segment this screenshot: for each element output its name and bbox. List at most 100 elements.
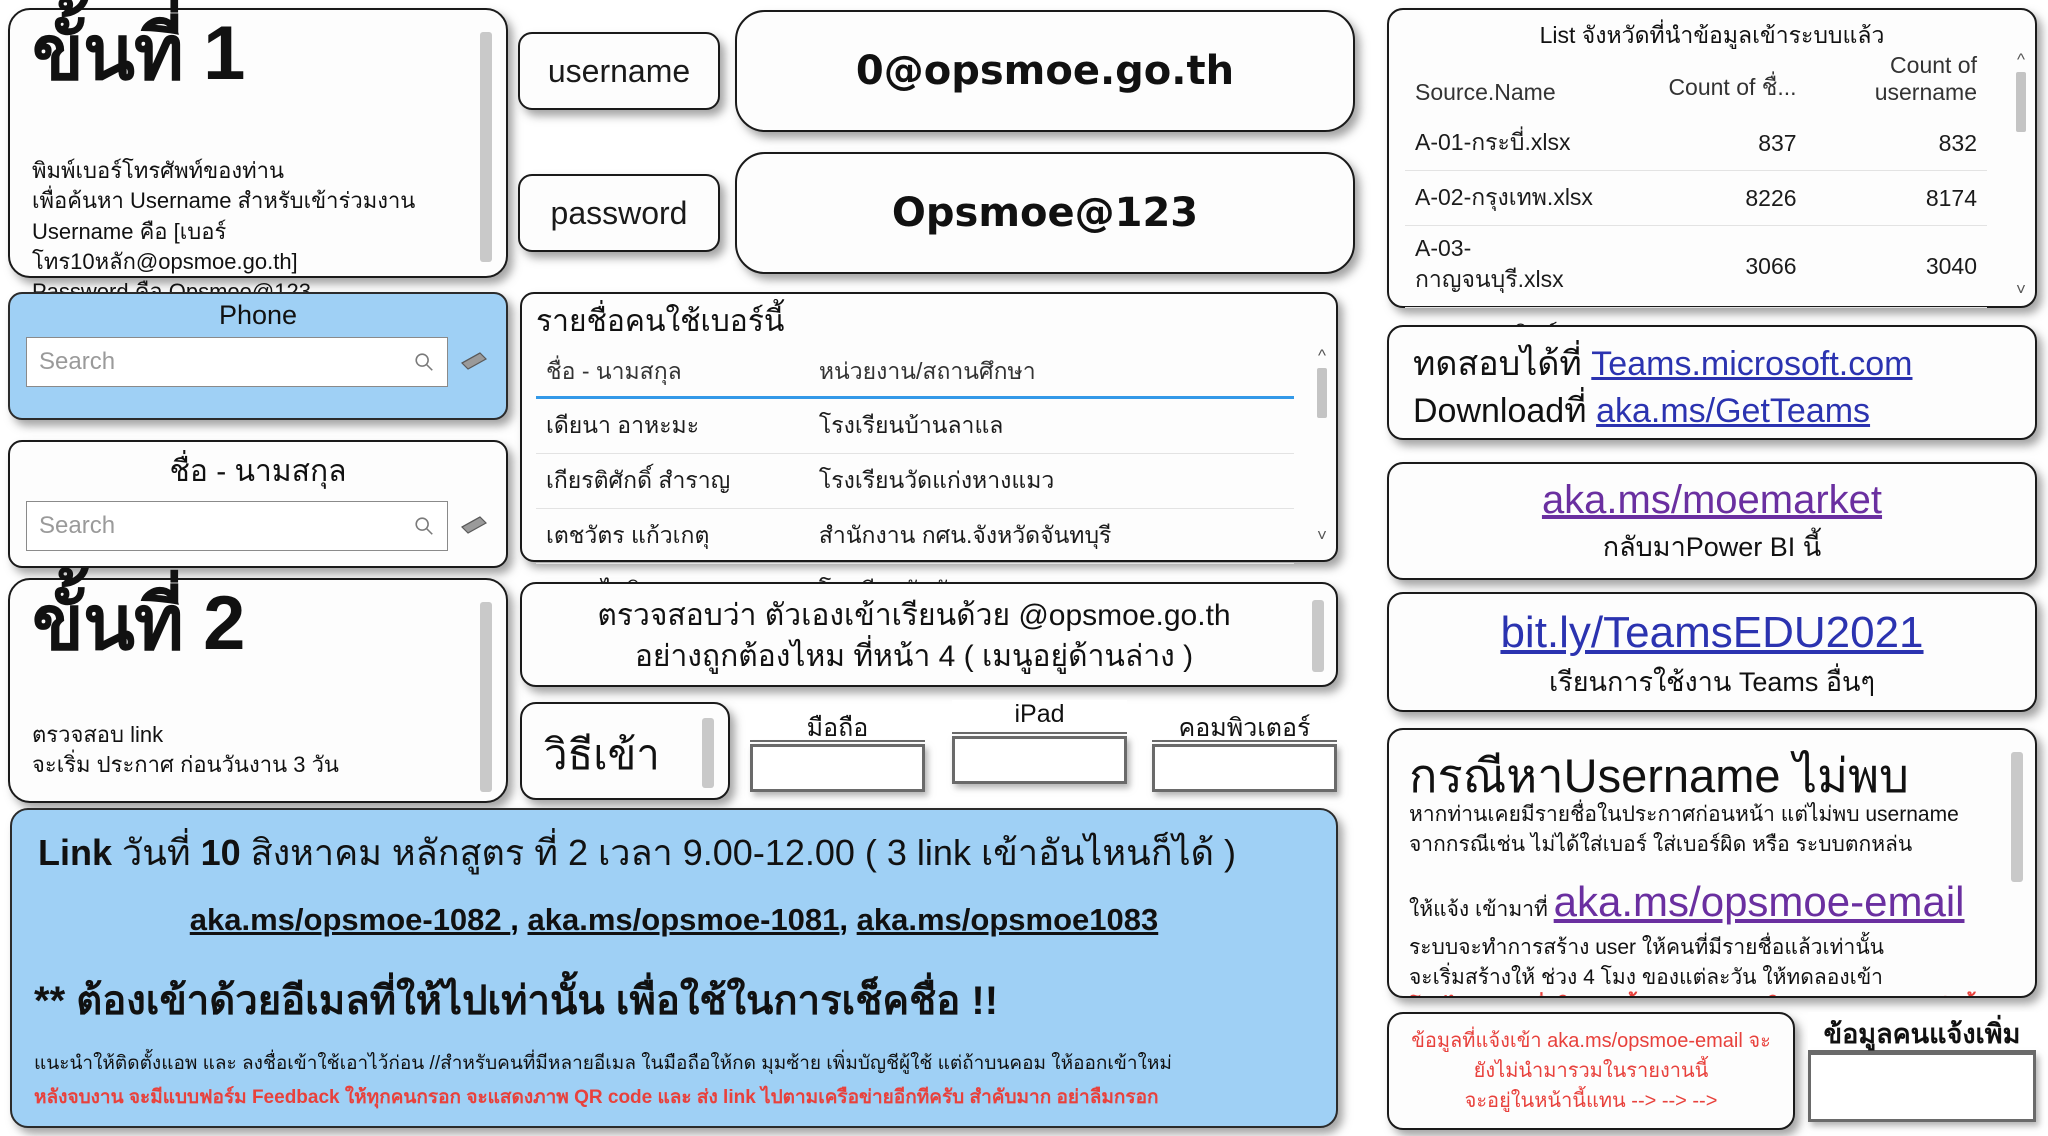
verify-scroll-indicator[interactable] — [1312, 600, 1324, 672]
province-table: Source.Name Count of ชื่... Count of use… — [1405, 46, 1987, 362]
notfound-line4: ระบบจะทำการสร้าง user ให้คนที่มีรายชื่อแ… — [1409, 935, 1885, 959]
chevron-up-icon[interactable]: ^ — [2017, 50, 2025, 70]
device-label-ipad: iPad — [952, 700, 1127, 734]
province-count-username: 3040 — [1806, 225, 1987, 308]
step1-body: พิมพ์เบอร์โทรศัพท์ของท่าน เพื่อค้นหา Use… — [32, 158, 416, 304]
province-table-card: List จังหวัดที่นำข้อมูลเข้าระบบแล้ว Sour… — [1387, 8, 2037, 412]
province-table-scrollbar[interactable]: ^ ˅ — [2013, 50, 2029, 300]
link-panel: Link วันที่ 10 สิงหาคม หลักสูตร ที่ 2 เว… — [10, 808, 1338, 1128]
province-count-username: 832 — [1806, 116, 1987, 171]
table-row[interactable]: A-03-กาญจนบุรี.xlsx 3066 3040 — [1405, 225, 1987, 308]
people-table-scrollbar[interactable]: ^ ˅ — [1314, 346, 1330, 546]
report-note-card: ข้อมูลที่แจ้งเข้า aka.ms/opsmoe-email จะ… — [1387, 1012, 1795, 1130]
chevron-down-icon[interactable]: ˅ — [2016, 280, 2026, 300]
get-teams-link[interactable]: aka.ms/GetTeams — [1596, 392, 1870, 430]
device-input-ipad[interactable] — [952, 736, 1127, 784]
link-panel-note-black: แนะนำให้ติดตั้งแอพ และ ลงชื่อเข้าใช้เอาไ… — [34, 1053, 1172, 1074]
person-name: เกียรติศักดิ์ สำราญ — [536, 453, 809, 509]
notfound-card: กรณีหาUsername ไม่พบ หากท่านเคยมีรายชื่อ… — [1387, 728, 2037, 998]
verify-line1: ตรวจสอบว่า ตัวเองเข้าเรียนด้วย @opsmoe.g… — [597, 599, 1231, 632]
report-note-line1: ข้อมูลที่แจ้งเข้า aka.ms/opsmoe-email จะ — [1411, 1030, 1771, 1052]
device-input-mobile[interactable] — [750, 744, 925, 792]
step1-scroll-indicator[interactable] — [480, 32, 492, 262]
notfound-scroll-indicator[interactable] — [2011, 752, 2023, 882]
report-note-line2: ยังไม่นำมารวมในรายงานนี้ — [1473, 1060, 1709, 1082]
teamsedu-card: bit.ly/TeamsEDU2021 เรียนการใช้งาน Teams… — [1387, 592, 2037, 712]
people-col-org[interactable]: หน่วยงาน/สถานศึกษา — [809, 348, 1294, 396]
teams-line2-prefix: Downloadที่ — [1413, 391, 1597, 430]
password-label: password — [550, 194, 688, 231]
teamsedu-link[interactable]: bit.ly/TeamsEDU2021 — [1500, 608, 1923, 658]
link-panel-heading-a: Link — [38, 832, 123, 873]
province-col-count-name[interactable]: Count of ชื่... — [1626, 46, 1806, 116]
province-count-name: 3066 — [1626, 225, 1807, 308]
step2-scroll-indicator[interactable] — [480, 602, 492, 792]
link-panel-note-red: หลังจบงาน จะมีแบบฟอร์ม Feedback ให้ทุกคน… — [34, 1087, 1159, 1108]
step2-title: ขั้นที่ 2 — [32, 581, 245, 666]
device-label-mobile: มือถือ — [750, 708, 925, 742]
search-icon[interactable] — [413, 351, 435, 373]
search-icon[interactable] — [413, 515, 435, 537]
username-value-box[interactable]: 0@opsmoe.go.th — [735, 10, 1355, 132]
link-panel-heading-d: สิงหาคม หลักสูตร ที่ 2 เวลา 9.00-12.00 (… — [250, 832, 1237, 873]
link-sep-2: , — [839, 902, 857, 937]
step1-card: ขั้นที่ 1 พิมพ์เบอร์โทรศัพท์ของท่าน เพื่… — [8, 8, 508, 304]
link-panel-heading-b: วันที่ — [122, 832, 201, 873]
teams-link-card: ทดสอบได้ที่ Teams.microsoft.com Download… — [1387, 325, 2037, 440]
step2-body: ตรวจสอบ link จะเริ่ม ประกาศ ก่อนวันงาน 3… — [32, 722, 339, 778]
howto-scroll-indicator[interactable] — [702, 718, 714, 788]
howto-card: วิธีเข้า — [520, 702, 730, 800]
password-label-pill: password — [518, 174, 720, 252]
chevron-down-icon[interactable]: ˅ — [1317, 526, 1327, 546]
province-col-count-username[interactable]: Count of username — [1807, 46, 1987, 116]
eraser-icon[interactable] — [460, 515, 490, 537]
verify-line2: อย่างถูกต้องไหม ที่หน้า 4 ( เมนูอยู่ด้าน… — [634, 639, 1194, 673]
device-label-computer: คอมพิวเตอร์ — [1152, 708, 1337, 742]
table-row[interactable]: A-02-กรุงเทพ.xlsx 8226 8174 — [1405, 170, 1987, 226]
table-row[interactable]: เกียรติศักดิ์ สำราญ โรงเรียนวัดแก่งหางแม… — [536, 453, 1294, 509]
teams-line2: Downloadที่ aka.ms/GetTeams — [1413, 388, 1912, 435]
person-org: สำนักงาน กศน.จังหวัดจันทบุรี — [808, 508, 1294, 564]
link-sep-1: , — [510, 902, 528, 937]
opsmoe-email-link[interactable]: aka.ms/opsmoe-email — [1554, 878, 1965, 925]
password-value: Opsmoe@123 — [891, 190, 1199, 236]
opsmoe-1082-link[interactable]: aka.ms/opsmoe-1082 — [190, 902, 511, 937]
step2-card: ขั้นที่ 2 ตรวจสอบ link จะเริ่ม ประกาศ ก่… — [8, 578, 508, 803]
people-col-name[interactable]: ชื่อ - นามสกุล — [536, 348, 809, 396]
report-note-line3: จะอยู่ในหน้านี้แทน --> --> --> — [1464, 1090, 1718, 1112]
person-name: เตชวัตร แก้วเกตุ — [536, 508, 809, 564]
link-panel-links: aka.ms/opsmoe-1082 , aka.ms/opsmoe-1081,… — [12, 902, 1336, 938]
province-count-username: 8174 — [1806, 170, 1987, 226]
scroll-thumb[interactable] — [1317, 368, 1327, 418]
table-row[interactable]: เตชวัตร แก้วเกตุ สำนักงาน กศน.จังหวัดจัน… — [536, 508, 1294, 564]
verify-card: ตรวจสอบว่า ตัวเองเข้าเรียนด้วย @opsmoe.g… — [520, 582, 1338, 687]
link-panel-heading: Link วันที่ 10 สิงหาคม หลักสูตร ที่ 2 เว… — [38, 824, 1316, 881]
teams-microsoft-link[interactable]: Teams.microsoft.com — [1591, 345, 1912, 383]
username-value: 0@opsmoe.go.th — [855, 48, 1235, 94]
table-row[interactable]: A-01-กระบี่.xlsx 837 832 — [1405, 116, 1987, 171]
added-people-input[interactable] — [1808, 1052, 2036, 1122]
moemarket-link[interactable]: aka.ms/moemarket — [1542, 478, 1882, 523]
province-col-source[interactable]: Source.Name — [1405, 46, 1626, 116]
people-table-header-row: ชื่อ - นามสกุล หน่วยงาน/สถานศึกษา — [536, 348, 1294, 396]
name-search-input[interactable]: Search — [26, 501, 448, 551]
table-row[interactable]: เดียนา อาหะมะ โรงเรียนบ้านลาแล — [536, 399, 1294, 454]
province-name: A-02-กรุงเทพ.xlsx — [1405, 170, 1627, 226]
person-org: โรงเรียนบ้านลาแล — [808, 399, 1294, 454]
phone-search-input[interactable]: Search — [26, 337, 448, 387]
person-name: เดียนา อาหะมะ — [536, 399, 809, 454]
eraser-icon[interactable] — [460, 351, 490, 373]
teams-line1: ทดสอบได้ที่ Teams.microsoft.com — [1413, 341, 1912, 388]
opsmoe-1081-link[interactable]: aka.ms/opsmoe-1081 — [528, 902, 840, 937]
password-value-box[interactable]: Opsmoe@123 — [735, 152, 1355, 274]
opsmoe-1083-link[interactable]: aka.ms/opsmoe1083 — [857, 902, 1159, 937]
moemarket-subtitle: กลับมาPower BI นี้ — [1602, 532, 1822, 562]
notfound-line6: โดยไม่ต้องรอชื่อในหน้านี้ เพราะจะสร้างให… — [1409, 993, 1993, 996]
chevron-up-icon[interactable]: ^ — [1318, 346, 1326, 366]
notfound-line3: ให้แจ้ง เข้ามาที่ aka.ms/opsmoe-email — [1409, 872, 1993, 932]
name-slicer-card: ชื่อ - นามสกุล Search — [8, 440, 508, 568]
howto-label: วิธีเข้า — [544, 731, 660, 778]
scroll-thumb[interactable] — [2016, 72, 2026, 132]
people-table-caption: รายชื่อคนใช้เบอร์นี้ — [536, 305, 785, 338]
device-input-computer[interactable] — [1152, 744, 1337, 792]
